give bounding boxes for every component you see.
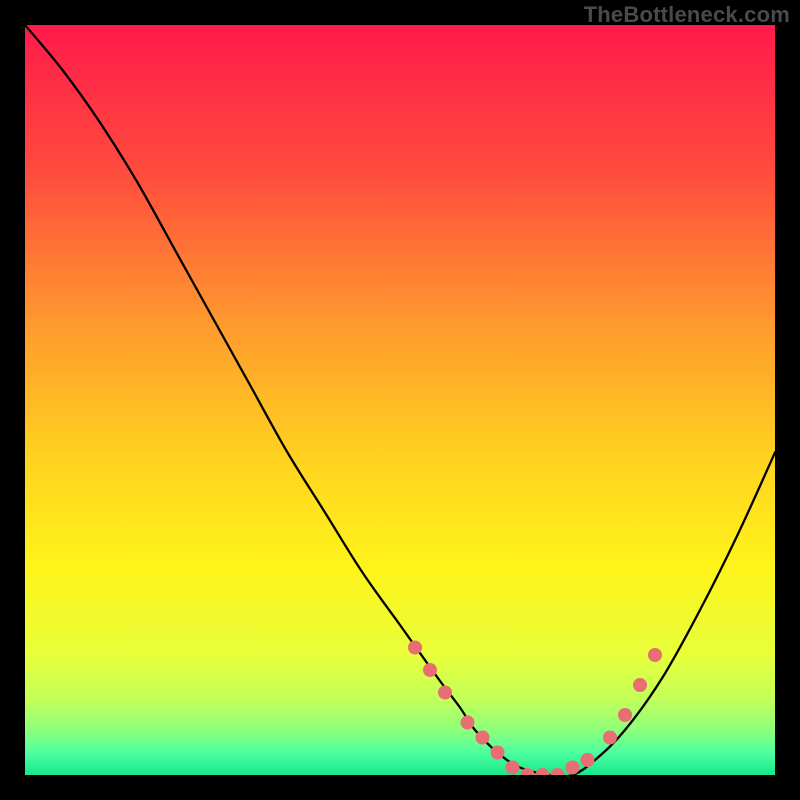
highlight-dots [408,641,662,776]
highlight-dot [566,761,580,775]
highlight-dot [633,678,647,692]
highlight-dot [506,761,520,775]
highlight-dot [476,731,490,745]
highlight-dot [618,708,632,722]
chart-frame: TheBottleneck.com [0,0,800,800]
highlight-dot [461,716,475,730]
highlight-dot [648,648,662,662]
highlight-dot [551,768,565,775]
curve-svg [25,25,775,775]
highlight-dot [423,663,437,677]
plot-area [25,25,775,775]
highlight-dot [408,641,422,655]
highlight-dot [603,731,617,745]
bottleneck-curve [25,25,775,775]
highlight-dot [581,753,595,767]
highlight-dot [536,768,550,775]
highlight-dot [438,686,452,700]
highlight-dot [491,746,505,760]
